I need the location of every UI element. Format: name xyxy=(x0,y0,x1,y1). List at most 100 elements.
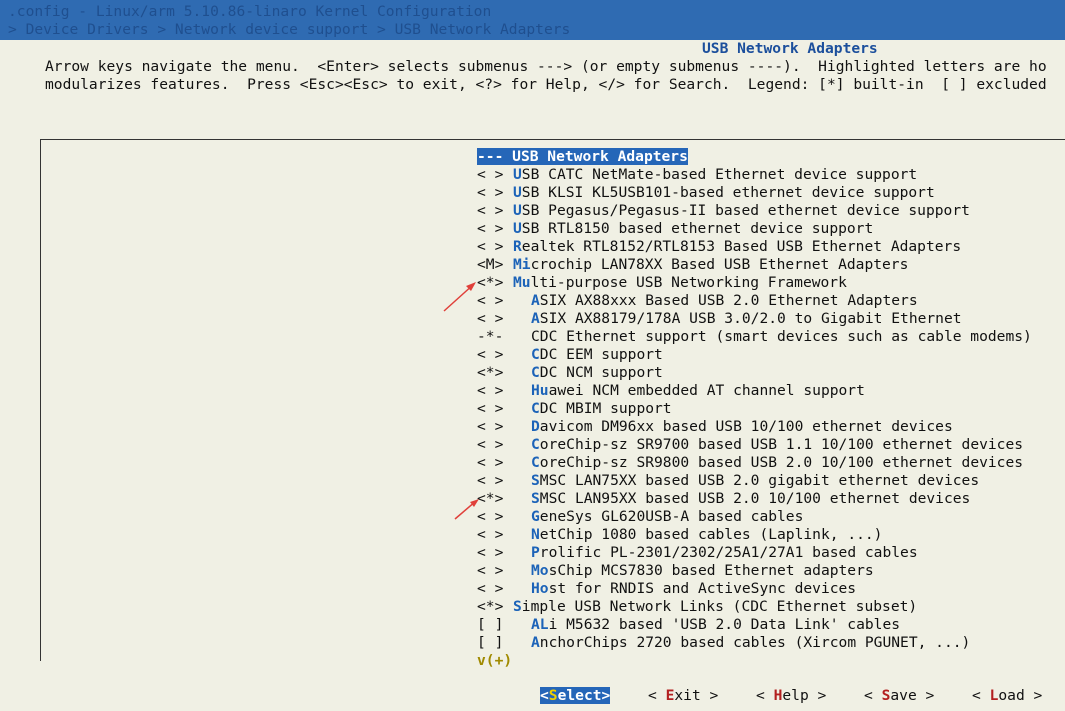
menu-item-state[interactable]: < > xyxy=(477,544,513,562)
annotation-arrow-2 xyxy=(454,499,479,520)
menu-item-state[interactable]: < > xyxy=(477,418,513,436)
menu-item-state[interactable]: < > xyxy=(477,562,513,580)
menu-item[interactable]: < > ASIX AX88179/178A USB 3.0/2.0 to Giga… xyxy=(477,310,1065,328)
menu-item-label: SMSC LAN75XX based USB 2.0 gigabit ether… xyxy=(513,472,979,489)
button-select[interactable]: <Select> xyxy=(540,687,611,705)
button-bracket-close: > xyxy=(916,687,935,704)
menu-item-text: DC NCM support xyxy=(539,364,663,381)
menu-item-hotkey: S xyxy=(513,598,522,615)
menu-item-label: CDC Ethernet support (smart devices such… xyxy=(513,328,1032,345)
menu-item-hotkey: D xyxy=(531,418,540,435)
button-label: ave xyxy=(890,687,917,704)
menu-item-state[interactable]: <*> xyxy=(477,364,513,382)
menu-item-label: CDC EEM support xyxy=(513,346,663,363)
menu-item-text: oreChip-sz SR9800 based USB 2.0 10/100 e… xyxy=(539,454,1024,471)
menu-item[interactable]: < > GeneSys GL620USB-A based cables xyxy=(477,508,1065,526)
menu-item-text: sChip MCS7830 based Ethernet adapters xyxy=(548,562,874,579)
menu-item-state[interactable]: < > xyxy=(477,166,513,184)
menu-item-text: rolific PL-2301/2302/25A1/27A1 based cab… xyxy=(539,544,918,561)
menu-item[interactable]: < > NetChip 1080 based cables (Laplink, .… xyxy=(477,526,1065,544)
menu-item-state[interactable]: < > xyxy=(477,310,513,328)
menu-item[interactable]: < > CDC MBIM support xyxy=(477,400,1065,418)
menu-item-label: Realtek RTL8152/RTL8153 Based USB Ethern… xyxy=(513,238,961,255)
menu-item-state[interactable]: < > xyxy=(477,580,513,598)
menu-item-text: lti-purpose USB Networking Framework xyxy=(530,274,847,291)
menu-item-state[interactable]: <*> xyxy=(477,490,513,508)
button-save[interactable]: < Save > xyxy=(864,687,934,705)
button-label: xit xyxy=(674,687,701,704)
menu-item-label: USB Pegasus/Pegasus-II based ethernet de… xyxy=(513,202,970,219)
menu-item[interactable]: < > USB CATC NetMate-based Ethernet devic… xyxy=(477,166,1065,184)
menu-item-label: USB KLSI KL5USB101-based ethernet device… xyxy=(513,184,935,201)
menu-item-label: Prolific PL-2301/2302/25A1/27A1 based ca… xyxy=(513,544,918,561)
button-exit[interactable]: < Exit > xyxy=(648,687,718,705)
menu-item[interactable]: [ ] ALi M5632 based 'USB 2.0 Data Link' c… xyxy=(477,616,1065,634)
menu-item-state[interactable]: < > xyxy=(477,472,513,490)
button-load[interactable]: < Load > xyxy=(972,687,1042,705)
menu-item[interactable]: < > Huawei NCM embedded AT channel suppor… xyxy=(477,382,1065,400)
more-items-indicator: v(+) xyxy=(477,652,513,669)
menu-item-text: SB RTL8150 based ethernet device support xyxy=(521,220,874,237)
menu-item-label: CDC MBIM support xyxy=(513,400,672,417)
menu-item-state[interactable]: < > xyxy=(477,508,513,526)
button-bracket-close: > xyxy=(1024,687,1043,704)
menu-item[interactable]: < > SMSC LAN75XX based USB 2.0 gigabit et… xyxy=(477,472,1065,490)
menu-item-state: --- xyxy=(477,148,504,165)
menu-item-state[interactable]: <*> xyxy=(477,274,513,292)
menu-item[interactable]: < > Prolific PL-2301/2302/25A1/27A1 based… xyxy=(477,544,1065,562)
menu-item-text: MSC LAN75XX based USB 2.0 gigabit ethern… xyxy=(539,472,980,489)
menu-item-state[interactable]: < > xyxy=(477,292,513,310)
menu-item-state[interactable]: < > xyxy=(477,346,513,364)
menu-item[interactable]: --- USB Network Adapters xyxy=(477,148,1065,166)
menu-item-state[interactable]: [ ] xyxy=(477,634,513,652)
menu-item[interactable]: [ ] AnchorChips 2720 based cables (Xircom… xyxy=(477,634,1065,652)
menu-item-label: Davicom DM96xx based USB 10/100 ethernet… xyxy=(513,418,953,435)
menu-item[interactable]: < > MosChip MCS7830 based Ethernet adapte… xyxy=(477,562,1065,580)
menu-item-state[interactable]: < > xyxy=(477,454,513,472)
menu-item-state[interactable]: <M> xyxy=(477,256,513,274)
menu-item[interactable]: <*> Simple USB Network Links (CDC Etherne… xyxy=(477,598,1065,616)
menu-item[interactable]: < > CoreChip-sz SR9800 based USB 2.0 10/1… xyxy=(477,454,1065,472)
menu-item[interactable]: < > USB Pegasus/Pegasus-II based ethernet… xyxy=(477,202,1065,220)
menu-item[interactable]: -*- CDC Ethernet support (smart devices s… xyxy=(477,328,1065,346)
menu-item-hotkey: C xyxy=(531,364,540,381)
menu-item-hotkey: C xyxy=(531,400,540,417)
menu-item[interactable]: < > Davicom DM96xx based USB 10/100 ether… xyxy=(477,418,1065,436)
menu-item-text: imple USB Network Links (CDC Ethernet su… xyxy=(521,598,918,615)
menu-item-label: SMSC LAN95XX based USB 2.0 10/100 ethern… xyxy=(513,490,970,507)
menu-item[interactable]: < > CDC EEM support xyxy=(477,346,1065,364)
button-label: oad xyxy=(998,687,1025,704)
menu-item-state[interactable]: < > xyxy=(477,184,513,202)
config-path-line: .config - Linux/arm 5.10.86-linaro Kerne… xyxy=(8,3,492,20)
menu-item-label: CoreChip-sz SR9800 based USB 2.0 10/100 … xyxy=(513,454,1023,471)
menu-item-hotkey: AL xyxy=(531,616,549,633)
menu-item-state[interactable]: -*- xyxy=(477,328,513,346)
menu-item[interactable]: <*> SMSC LAN95XX based USB 2.0 10/100 eth… xyxy=(477,490,1065,508)
button-help[interactable]: < Help > xyxy=(756,687,826,705)
menu-item-state[interactable]: < > xyxy=(477,220,513,238)
menu-item-state[interactable]: < > xyxy=(477,400,513,418)
menu-item[interactable]: < > USB KLSI KL5USB101-based ethernet dev… xyxy=(477,184,1065,202)
menu-item[interactable]: < > USB RTL8150 based ethernet device sup… xyxy=(477,220,1065,238)
menu-item[interactable]: < > ASIX AX88xxx Based USB 2.0 Ethernet A… xyxy=(477,292,1065,310)
button-face: < Help > xyxy=(756,687,826,704)
menu-item[interactable]: <*> Multi-purpose USB Networking Framewor… xyxy=(477,274,1065,292)
menu-item[interactable]: < > Host for RNDIS and ActiveSync devices xyxy=(477,580,1065,598)
menu-item-state[interactable]: [ ] xyxy=(477,616,513,634)
menu-item[interactable]: < > Realtek RTL8152/RTL8153 Based USB Eth… xyxy=(477,238,1065,256)
menu-item-state[interactable]: < > xyxy=(477,436,513,454)
menu-item[interactable]: < > CoreChip-sz SR9700 based USB 1.1 10/1… xyxy=(477,436,1065,454)
button-bracket-open: < xyxy=(756,687,774,704)
menu-item-state[interactable]: < > xyxy=(477,238,513,256)
menu-item-state[interactable]: < > xyxy=(477,202,513,220)
menu-item-hotkey: U xyxy=(513,166,522,183)
menu-item-state[interactable]: < > xyxy=(477,382,513,400)
menu-item-text: SB CATC NetMate-based Ethernet device su… xyxy=(521,166,918,183)
menu-item-state[interactable]: <*> xyxy=(477,598,513,616)
menu-item-state[interactable]: < > xyxy=(477,526,513,544)
menu-item-label: USB CATC NetMate-based Ethernet device s… xyxy=(513,166,917,183)
menu-item[interactable]: <*> CDC NCM support xyxy=(477,364,1065,382)
button-face: < Exit > xyxy=(648,687,718,704)
menu-item[interactable]: <M> Microchip LAN78XX Based USB Ethernet … xyxy=(477,256,1065,274)
menu-item-hotkey: Mi xyxy=(513,256,531,273)
